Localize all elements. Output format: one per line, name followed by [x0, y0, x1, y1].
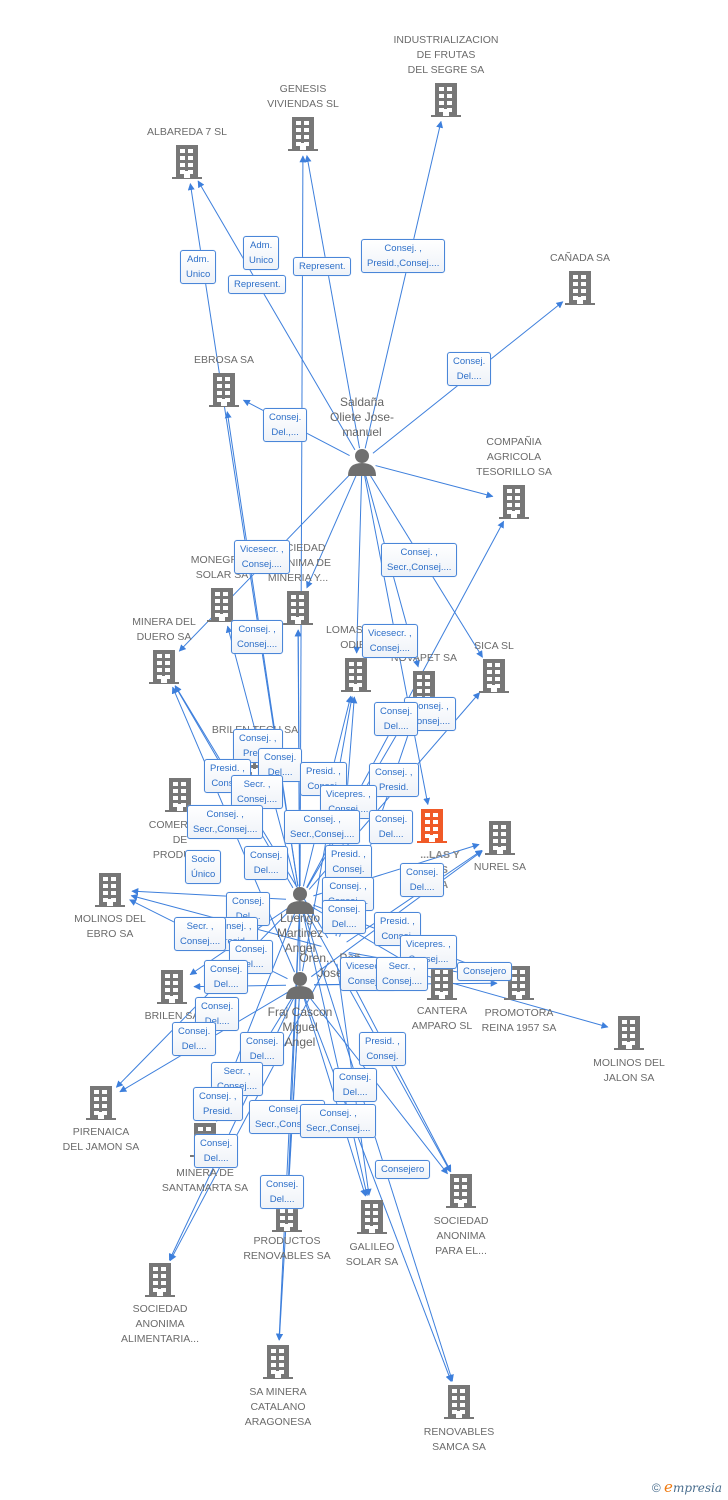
role-label[interactable]: Consej. Del....	[333, 1068, 378, 1102]
company-label[interactable]: SICA SL	[429, 639, 559, 654]
building-icon[interactable]	[565, 271, 595, 305]
role-label[interactable]: Consej. Del....	[447, 352, 492, 386]
role-label[interactable]: Consej. Del....	[369, 810, 414, 844]
building-icon[interactable]	[86, 1086, 116, 1120]
building-icon[interactable]	[288, 117, 318, 151]
logo-initial: e	[664, 1478, 673, 1496]
company-label[interactable]: COMPAÑIA AGRICOLA TESORILLO SA	[449, 435, 579, 480]
role-label[interactable]: Consej. , Secr.,Consej....	[300, 1104, 377, 1138]
role-label[interactable]: Consejero	[375, 1160, 431, 1179]
role-label[interactable]: Consej. Del....	[240, 1032, 285, 1066]
role-label[interactable]: Secr. , Consej....	[231, 775, 284, 809]
role-label[interactable]: Consej. Del....	[322, 900, 367, 934]
role-label[interactable]: Vicesecr. , Consej....	[234, 540, 290, 574]
building-icon[interactable]	[145, 1263, 175, 1297]
company-label[interactable]: SOCIEDAD ANONIMA PARA EL...	[396, 1214, 526, 1259]
company-label[interactable]: INDUSTRIALIZACION DE FRUTAS DEL SEGRE SA	[381, 33, 511, 78]
role-label[interactable]: Consejero	[457, 962, 513, 981]
building-icon[interactable]	[172, 145, 202, 179]
role-label[interactable]: Consej. , Secr.,Consej....	[187, 805, 264, 839]
company-label[interactable]: NUREL SA	[435, 860, 565, 875]
role-label[interactable]: Consej. , Secr.,Consej....	[381, 543, 458, 577]
company-label[interactable]: MINERA DE SANTAMARTA SA	[140, 1166, 270, 1196]
role-label[interactable]: Consej. Del....	[244, 846, 289, 880]
building-icon[interactable]	[95, 873, 125, 907]
role-label[interactable]: Secr. , Consej....	[376, 957, 429, 991]
role-label[interactable]: Consej. Del....	[194, 1134, 239, 1168]
building-icon[interactable]	[263, 1345, 293, 1379]
role-label[interactable]: Consej. Del....	[172, 1022, 217, 1056]
company-label[interactable]: CAÑADA SA	[515, 251, 645, 266]
building-icon[interactable]	[417, 809, 447, 843]
copyright-symbol: ©	[651, 1481, 661, 1495]
role-label[interactable]: Consej. , Consej....	[231, 620, 284, 654]
company-label[interactable]: SA MINERA CATALANO ARAGONESA	[213, 1385, 343, 1430]
role-label[interactable]: Represent.	[228, 275, 287, 294]
company-label[interactable]: RENOVABLES SAMCA SA	[394, 1425, 524, 1455]
person-label[interactable]: Saldaña Oliete Jose- manuel	[297, 395, 427, 440]
company-label[interactable]: MINERA DEL DUERO SA	[99, 615, 229, 645]
building-icon[interactable]	[499, 485, 529, 519]
role-label[interactable]: Consej. , Presid.	[193, 1087, 243, 1121]
role-label[interactable]: Consej. Del....	[204, 960, 249, 994]
logo-text: mpresia	[672, 1481, 722, 1495]
role-label[interactable]: Presid. , Consej.	[325, 845, 372, 879]
role-label[interactable]: Consej. Del....	[374, 702, 419, 736]
role-label[interactable]: Consej. Del....	[260, 1175, 305, 1209]
person-icon[interactable]	[286, 887, 314, 914]
role-label[interactable]: Represent.	[293, 257, 352, 276]
company-label[interactable]: ALBAREDA 7 SL	[122, 125, 252, 140]
role-label[interactable]: Consej. Del.,...	[263, 408, 308, 442]
person-icon[interactable]	[348, 449, 376, 476]
role-label[interactable]: Presid. , Consej.	[359, 1032, 406, 1066]
role-label[interactable]: Adm. Unico	[243, 236, 280, 270]
building-icon[interactable]	[357, 1200, 387, 1234]
building-icon[interactable]	[614, 1016, 644, 1050]
building-icon[interactable]	[431, 83, 461, 117]
building-icon[interactable]	[444, 1385, 474, 1419]
company-label[interactable]: MOLINOS DEL EBRO SA	[45, 912, 175, 942]
company-label[interactable]: MOLINOS DEL JALON SA	[564, 1056, 694, 1086]
role-label[interactable]: Consej. , Presid.,Consej....	[361, 239, 446, 273]
icons-layer	[86, 83, 644, 1419]
role-label[interactable]: Consej. Del....	[400, 863, 445, 897]
role-label[interactable]: Adm. Unico	[180, 250, 217, 284]
network-graph	[86, 83, 644, 1419]
building-icon[interactable]	[283, 591, 313, 625]
building-icon[interactable]	[157, 970, 187, 1004]
building-icon[interactable]	[209, 373, 239, 407]
role-label[interactable]: Consej. , Secr.,Consej....	[284, 810, 361, 844]
empresia-logo[interactable]: © empresia	[652, 1478, 722, 1496]
company-label[interactable]: PIRENAICA DEL JAMON SA	[36, 1125, 166, 1155]
building-icon[interactable]	[427, 966, 457, 1000]
role-label[interactable]: Secr. , Consej....	[174, 917, 227, 951]
company-label[interactable]: PROMOTORA REINA 1957 SA	[454, 1006, 584, 1036]
company-label[interactable]: GENESIS VIVIENDAS SL	[238, 82, 368, 112]
company-label[interactable]: SOCIEDAD ANONIMA ALIMENTARIA...	[95, 1302, 225, 1347]
role-label[interactable]: Vicesecr. , Consej....	[362, 624, 418, 658]
company-label[interactable]: EBROSA SA	[159, 353, 289, 368]
role-label[interactable]: Socio Único	[185, 850, 222, 884]
building-icon[interactable]	[149, 650, 179, 684]
building-icon[interactable]	[446, 1174, 476, 1208]
